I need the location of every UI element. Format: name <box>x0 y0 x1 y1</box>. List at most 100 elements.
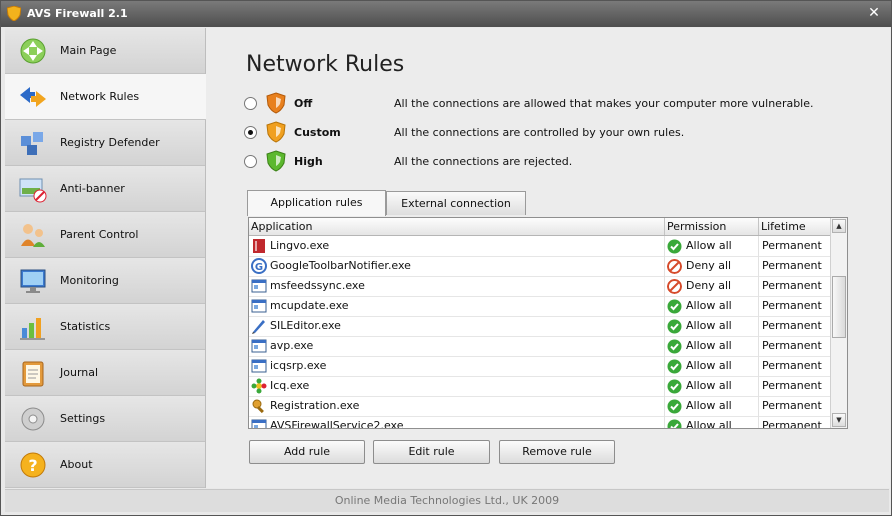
column-header-application[interactable]: Application <box>249 218 665 235</box>
sidebar-item-settings[interactable]: Settings <box>5 396 205 442</box>
deny-icon <box>667 279 682 294</box>
sidebar-item-registry-defender[interactable]: Registry Defender <box>5 120 205 166</box>
cell-application: msfeedssync.exe <box>249 276 665 296</box>
application-name: GoogleToolbarNotifier.exe <box>270 259 411 272</box>
mode-label: Off <box>294 97 313 110</box>
network-rules-icon <box>20 87 46 107</box>
sidebar-item-main-page[interactable]: Main Page <box>5 28 205 74</box>
sidebar-item-journal[interactable]: Journal <box>5 350 205 396</box>
sidebar-item-parent-control[interactable]: Parent Control <box>5 212 205 258</box>
remove-rule-button[interactable]: Remove rule <box>499 440 615 464</box>
table-row[interactable]: Icq.exe Allow all Permanent <box>249 376 831 397</box>
anti-banner-icon <box>19 178 47 203</box>
mode-option-custom[interactable]: Custom All the connections are controlle… <box>244 121 884 145</box>
table-row[interactable]: G GoogleToolbarNotifier.exe Deny all Perman… <box>249 256 831 277</box>
allow-icon <box>667 359 682 374</box>
permission-value: Allow all <box>686 319 732 332</box>
footer: Online Media Technologies Ltd., UK 2009 <box>5 489 889 512</box>
column-header-permission[interactable]: Permission <box>665 218 759 235</box>
allow-icon <box>667 319 682 334</box>
scroll-down-button[interactable]: ▼ <box>832 413 846 427</box>
mode-option-high[interactable]: High All the connections are rejected. <box>244 150 884 174</box>
application-name: mcupdate.exe <box>270 299 349 312</box>
radio-off[interactable] <box>244 97 257 110</box>
scroll-up-button[interactable]: ▲ <box>832 219 846 233</box>
table-row[interactable]: Registration.exe Allow all Permanent <box>249 396 831 417</box>
settings-icon <box>21 407 45 431</box>
icq-icon <box>251 378 267 394</box>
app-window: AVS Firewall 2.1 ✕ Main Page Network Rul… <box>0 0 892 516</box>
column-header-lifetime[interactable]: Lifetime <box>759 218 831 235</box>
permission-value: Allow all <box>686 359 732 372</box>
sidebar-item-statistics[interactable]: Statistics <box>5 304 205 350</box>
permission-value: Allow all <box>686 299 732 312</box>
statistics-icon <box>20 318 45 340</box>
sidebar-item-about[interactable]: ? About <box>5 442 205 488</box>
cell-permission: Allow all <box>665 356 759 376</box>
application-name: msfeedssync.exe <box>270 279 365 292</box>
allow-icon <box>667 339 682 354</box>
allow-icon <box>667 379 682 394</box>
cell-application: Icq.exe <box>249 376 665 396</box>
table-row[interactable]: avp.exe Allow all Permanent <box>249 336 831 357</box>
rules-table: Application Permission Lifetime Lingvo.e… <box>248 217 848 429</box>
cell-lifetime: Permanent <box>759 256 831 276</box>
cell-lifetime: Permanent <box>759 416 831 428</box>
table-row[interactable]: icqsrp.exe Allow all Permanent <box>249 356 831 377</box>
permission-value: Allow all <box>686 339 732 352</box>
app-shield-icon <box>7 6 21 21</box>
exe-icon <box>251 299 267 313</box>
cell-lifetime: Permanent <box>759 396 831 416</box>
table-row[interactable]: mcupdate.exe Allow all Permanent <box>249 296 831 317</box>
sidebar-item-label: Network Rules <box>60 90 140 103</box>
svg-text:?: ? <box>28 456 37 475</box>
cell-permission: Deny all <box>665 276 759 296</box>
add-rule-button[interactable]: Add rule <box>249 440 365 464</box>
permission-value: Deny all <box>686 279 732 292</box>
sidebar-item-label: Settings <box>60 412 106 425</box>
table-scrollbar[interactable]: ▲ ▼ <box>830 218 847 428</box>
scroll-thumb[interactable] <box>832 276 846 338</box>
tab-application-rules[interactable]: Application rules <box>247 190 386 216</box>
cell-application: Registration.exe <box>249 396 665 416</box>
svg-text:G: G <box>255 262 263 273</box>
table-row[interactable]: msfeedssync.exe Deny all Permanent <box>249 276 831 297</box>
sidebar-item-label: Statistics <box>60 320 111 333</box>
mode-label: High <box>294 155 323 168</box>
sidebar-item-network-rules[interactable]: Network Rules <box>5 74 206 120</box>
sidebar-item-monitoring[interactable]: Monitoring <box>5 258 205 304</box>
title-bar[interactable]: AVS Firewall 2.1 ✕ <box>1 1 891 27</box>
cell-lifetime: Permanent <box>759 296 831 316</box>
deny-icon <box>667 259 682 274</box>
sidebar-item-label: Anti-banner <box>60 182 125 195</box>
main-page-icon <box>20 38 46 64</box>
allow-icon <box>667 399 682 414</box>
cell-permission: Allow all <box>665 236 759 256</box>
main-panel: Network Rules Off All the connections ar… <box>206 28 890 488</box>
cell-lifetime: Permanent <box>759 336 831 356</box>
cell-permission: Allow all <box>665 396 759 416</box>
application-name: avp.exe <box>270 339 314 352</box>
edit-rule-button[interactable]: Edit rule <box>373 440 490 464</box>
close-button[interactable]: ✕ <box>864 4 884 23</box>
mode-option-off[interactable]: Off All the connections are allowed that… <box>244 92 884 116</box>
mode-description: All the connections are controlled by yo… <box>394 126 685 139</box>
allow-icon <box>667 239 682 254</box>
window-title: AVS Firewall 2.1 <box>27 7 128 20</box>
cell-permission: Allow all <box>665 416 759 428</box>
table-header: Application Permission Lifetime <box>249 218 831 236</box>
page-title: Network Rules <box>246 52 405 77</box>
cell-application: G GoogleToolbarNotifier.exe <box>249 256 665 276</box>
shield-off-icon <box>266 92 286 114</box>
allow-icon <box>667 419 682 428</box>
radio-custom[interactable] <box>244 126 257 139</box>
table-row[interactable]: Lingvo.exe Allow all Permanent <box>249 236 831 257</box>
table-row[interactable]: AVSFirewallService2.exe Allow all Permanen… <box>249 416 831 428</box>
monitoring-icon <box>20 269 46 293</box>
tab-external-connection-rules[interactable]: External connection rules <box>386 191 526 233</box>
radio-high[interactable] <box>244 155 257 168</box>
cell-application: icqsrp.exe <box>249 356 665 376</box>
cell-permission: Allow all <box>665 296 759 316</box>
table-row[interactable]: SILEditor.exe Allow all Permanent <box>249 316 831 337</box>
sidebar-item-anti-banner[interactable]: Anti-banner <box>5 166 205 212</box>
